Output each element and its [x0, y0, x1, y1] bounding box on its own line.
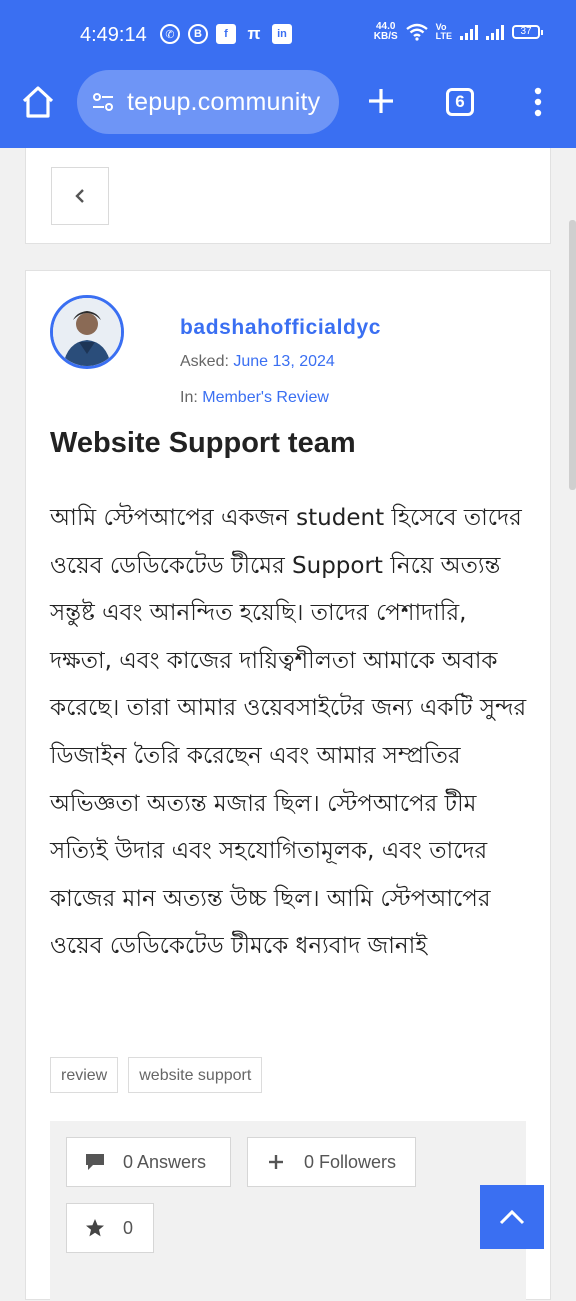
question-category: In: Member's Review [180, 389, 329, 406]
tab-switcher-button[interactable]: 6 [446, 88, 474, 116]
facebook-icon: f [216, 24, 236, 44]
star-icon [85, 1218, 105, 1238]
user-photo [53, 298, 121, 366]
new-tab-icon[interactable] [366, 86, 396, 116]
address-bar[interactable]: tepup.community [77, 70, 339, 134]
url-text: tepup.community [127, 87, 321, 116]
followers-count: 0 Followers [304, 1151, 397, 1172]
status-clock: 4:49:14 [80, 24, 147, 46]
tag-review[interactable]: review [50, 1057, 119, 1093]
system-indicators: 44.0 KB/S Vo LTE 37 [373, 21, 543, 42]
answers-button[interactable]: 0 Answers [66, 1137, 231, 1187]
author-name[interactable]: badshahofficialdyc [180, 316, 381, 340]
wifi-icon [405, 23, 428, 41]
answers-count: 0 Answers [123, 1151, 207, 1172]
browser-chrome: 4:49:14 ✆ B f π in 44.0 KB/S Vo LTE 37 t… [0, 0, 576, 148]
home-icon[interactable] [20, 84, 56, 120]
asked-date: Asked: June 13, 2024 [180, 353, 335, 370]
question-body: আমি স্টেপআপের একজন student হিসেবে তাদের … [50, 505, 527, 960]
more-options-icon[interactable] [528, 86, 548, 118]
whatsapp-icon: ✆ [160, 24, 180, 44]
favorite-count: 0 [123, 1217, 134, 1238]
network-speed: 44.0 KB/S [373, 21, 398, 42]
battery-icon: 37 [512, 25, 543, 39]
tag-list: review website support [50, 1057, 263, 1093]
b-app-icon: B [188, 24, 208, 44]
site-settings-icon[interactable] [91, 90, 115, 114]
signal-icon-sim1 [460, 24, 478, 40]
scrollbar[interactable] [569, 220, 576, 490]
linkedin-icon: in [272, 24, 292, 44]
comment-icon [85, 1152, 105, 1172]
avatar[interactable] [50, 295, 124, 369]
category-link[interactable]: Member's Review [202, 389, 329, 406]
pi-icon: π [247, 24, 261, 43]
volte-indicator: Vo LTE [435, 22, 452, 41]
tag-website-support[interactable]: website support [128, 1057, 263, 1093]
favorite-button[interactable]: 0 [66, 1203, 154, 1253]
question-stats: 0 Answers 0 Followers 0 [50, 1121, 526, 1301]
asked-date-link[interactable]: June 13, 2024 [233, 353, 334, 370]
browser-toolbar: tepup.community 6 [0, 70, 576, 134]
question-title: Website Support team [50, 427, 356, 459]
status-bar: 4:49:14 ✆ B f π in 44.0 KB/S Vo LTE 37 [0, 0, 576, 70]
question-card: badshahofficialdyc Asked: June 13, 2024 … [25, 270, 551, 1301]
back-button[interactable] [51, 167, 109, 225]
followers-button[interactable]: 0 Followers [247, 1137, 416, 1187]
signal-icon-sim2 [486, 24, 504, 40]
notification-icons: ✆ B f π in [160, 24, 292, 44]
chevron-left-icon [75, 189, 84, 203]
navigation-card [25, 148, 551, 244]
chevron-up-icon [499, 1209, 525, 1225]
plus-icon [266, 1152, 286, 1172]
scroll-to-top-button[interactable] [480, 1185, 544, 1249]
